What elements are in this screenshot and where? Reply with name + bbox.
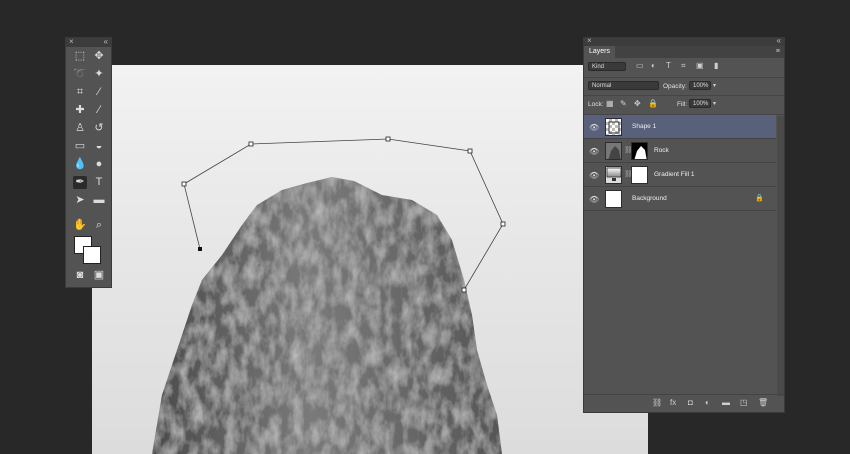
fx-icon[interactable]: fx [670, 398, 676, 407]
smart-object-filter-icon[interactable]: ▣ [696, 61, 704, 71]
new-layer-icon[interactable]: ◳ [740, 398, 748, 407]
crop-icon[interactable]: ⌗ [73, 86, 87, 99]
tab-layers[interactable]: Layers [584, 46, 616, 58]
layer-thumbnail [605, 142, 622, 160]
blend-mode-select[interactable]: Normal [588, 81, 659, 90]
brush-icon[interactable]: ∕ [92, 104, 106, 117]
lock-transparent-icon[interactable]: ▦ [606, 99, 614, 109]
healing-brush-icon[interactable]: ✚ [73, 104, 87, 117]
opacity-label: Opacity: [663, 83, 687, 90]
quick-mask-icon[interactable]: ◙ [73, 269, 87, 282]
new-group-icon[interactable]: ▬ [722, 398, 730, 407]
trash-icon[interactable]: 🗑 [758, 398, 768, 407]
shape-filter-icon[interactable]: ⌗ [681, 61, 686, 71]
fill-label: Fill: [677, 101, 688, 108]
filter-kind-select[interactable]: Kind [588, 62, 626, 71]
background-color-swatch[interactable] [83, 246, 101, 264]
hand-icon[interactable]: ✋ [73, 219, 87, 232]
eye-icon[interactable]: 👁 [589, 195, 599, 204]
layers-panel-header[interactable]: × « [584, 36, 784, 46]
lock-image-icon[interactable]: ✎ [620, 99, 627, 109]
close-icon[interactable]: × [587, 36, 592, 45]
blur-icon[interactable]: 💧 [73, 158, 87, 171]
clone-stamp-icon[interactable]: ♙ [73, 122, 87, 135]
add-mask-icon[interactable]: ◘ [688, 398, 693, 407]
paint-bucket-icon[interactable]: ◒ [92, 140, 106, 153]
layer-mask-thumbnail[interactable] [631, 166, 648, 184]
zoom-icon[interactable]: ⌕ [92, 219, 106, 232]
layer-name: Gradient Fill 1 [654, 171, 695, 178]
layer-name: Rock [654, 147, 669, 154]
layers-panel: × « Layers ≡ Kind ▭ ◐ T ⌗ ▣ ▮ Normal Opa… [583, 36, 785, 413]
panel-menu-icon[interactable]: ≡ [776, 47, 780, 57]
opacity-value: 100% [693, 83, 709, 89]
fill-field[interactable]: 100% [689, 99, 711, 108]
link-layers-icon[interactable]: ⛓ [652, 398, 662, 407]
layer-thumbnail [605, 190, 622, 208]
type-icon[interactable]: T [92, 176, 106, 189]
dodge-icon[interactable]: ● [92, 158, 106, 171]
eye-icon[interactable]: 👁 [589, 171, 599, 180]
collapse-icon[interactable]: « [777, 36, 781, 45]
tools-panel-header[interactable]: × « [66, 37, 111, 47]
marquee-icon[interactable]: ⬚ [73, 50, 87, 63]
layer-name: Shape 1 [632, 123, 657, 130]
layers-scrollbar[interactable] [777, 116, 784, 396]
lock-all-icon[interactable]: 🔒 [648, 99, 658, 109]
eye-icon[interactable]: 👁 [589, 147, 599, 156]
history-brush-icon[interactable]: ↺ [92, 122, 106, 135]
opacity-field[interactable]: 100% [689, 81, 711, 90]
lasso-icon[interactable]: ➰ [73, 68, 87, 81]
layer-thumbnail [605, 118, 622, 136]
adjustment-filter-icon[interactable]: ◐ [651, 61, 656, 71]
eye-icon[interactable]: 👁 [589, 123, 599, 132]
fill-dropdown-icon[interactable]: ▾ [713, 99, 716, 109]
magic-wand-icon[interactable]: ✦ [92, 68, 106, 81]
document-canvas[interactable] [92, 65, 648, 454]
move-icon[interactable]: ✥ [92, 50, 106, 63]
filter-kind-value: Kind [592, 64, 605, 70]
layer-row-background[interactable]: 👁 Background 🔒 [584, 187, 776, 211]
filter-toggle-icon[interactable]: ▮ [714, 61, 718, 71]
layer-mask-thumbnail[interactable] [631, 142, 648, 160]
eraser-icon[interactable]: ▭ [73, 140, 87, 153]
type-filter-icon[interactable]: T [666, 61, 671, 71]
collapse-icon[interactable]: « [104, 37, 108, 46]
lock-label: Lock: [588, 101, 604, 108]
layers-footer: ⛓ fx ◘ ◐ ▬ ◳ 🗑 [584, 394, 784, 412]
adjustment-layer-icon[interactable]: ◐ [705, 398, 710, 407]
layer-row-rock[interactable]: 👁 ⛓ Rock [584, 139, 776, 163]
rock-image [152, 177, 502, 454]
eyedropper-icon[interactable]: ⁄ [92, 86, 106, 99]
opacity-dropdown-icon[interactable]: ▾ [713, 81, 716, 91]
close-icon[interactable]: × [69, 37, 74, 46]
path-selection-icon[interactable]: ➤ [73, 194, 87, 207]
blend-mode-value: Normal [592, 83, 612, 89]
layer-row-shape-1[interactable]: 👁 Shape 1 [584, 115, 776, 139]
tools-panel: × « ⬚ ✥ ➰ ✦ ⌗ ⁄ ✚ ∕ ♙ ↺ ▭ ◒ 💧 ● ✒ T ➤ ▬ ✋ ⌕ ◙ ▣ [65, 37, 112, 288]
layer-row-gradient-fill-1[interactable]: 👁 ⛓ Gradient Fill 1 [584, 163, 776, 187]
rectangle-icon[interactable]: ▬ [92, 194, 106, 207]
screen-mode-icon[interactable]: ▣ [92, 269, 106, 282]
fill-value: 100% [693, 101, 709, 107]
layer-thumbnail [605, 166, 622, 184]
pen-icon[interactable]: ✒ [73, 176, 87, 189]
pixel-filter-icon[interactable]: ▭ [636, 61, 644, 71]
lock-icon: 🔒 [755, 195, 764, 202]
layer-name: Background [632, 195, 667, 202]
lock-position-icon[interactable]: ✥ [634, 99, 641, 109]
